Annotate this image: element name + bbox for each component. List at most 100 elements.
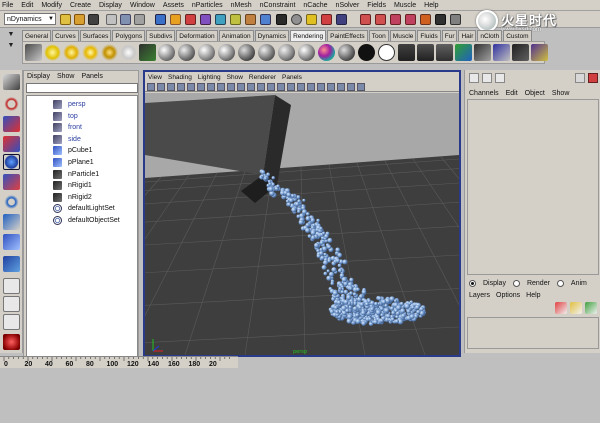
viewport-tool-icon[interactable] <box>277 82 285 91</box>
magnet-live-icon[interactable] <box>390 14 401 25</box>
menu-nmesh[interactable]: nMesh <box>231 2 252 9</box>
viewport-scene[interactable]: persp <box>145 93 459 355</box>
layer-radio-display[interactable] <box>469 280 476 287</box>
anisotropic-material-icon[interactable] <box>238 44 255 61</box>
layer-menu-layers[interactable]: Layers <box>469 292 490 299</box>
shelf-tab-fluids[interactable]: Fluids <box>417 30 441 41</box>
attribute-editor-icon[interactable] <box>482 73 492 83</box>
layer-options-icon[interactable] <box>585 302 597 314</box>
paint-select-icon[interactable] <box>3 116 20 132</box>
use-background-icon[interactable] <box>378 44 395 61</box>
shelf-tab-deformation[interactable]: Deformation <box>176 30 218 41</box>
open-scene-icon[interactable] <box>74 14 85 25</box>
viewport-menu-show[interactable]: Show <box>227 74 243 81</box>
shelf-tab-ncloth[interactable]: nCloth <box>477 30 503 41</box>
mentalray-icon[interactable] <box>493 44 510 61</box>
viewport-tool-icon[interactable] <box>257 82 265 91</box>
move-tool-icon[interactable] <box>3 136 20 152</box>
outliner-item[interactable]: defaultLightSet <box>53 203 115 214</box>
outliner-item[interactable]: nRigid2 <box>53 192 92 203</box>
surface-shader-icon[interactable] <box>298 44 315 61</box>
shelf-tab-subdivs[interactable]: Subdivs <box>146 30 176 41</box>
history-icon[interactable] <box>405 14 416 25</box>
single-perspective-layout-icon[interactable] <box>3 278 20 294</box>
viewport-tool-icon[interactable] <box>177 82 185 91</box>
viewport-tool-icon[interactable] <box>347 82 355 91</box>
ipr-shelf-icon[interactable] <box>417 44 434 61</box>
magnet-icon[interactable] <box>360 14 371 25</box>
shelf-tab-rendering[interactable]: Rendering <box>290 30 327 41</box>
black-shader-icon[interactable] <box>358 44 375 61</box>
channel-box-icon[interactable] <box>469 73 479 83</box>
viewport-tool-icon[interactable] <box>187 82 195 91</box>
menu-nparticles[interactable]: nParticles <box>192 2 223 9</box>
shelf-tab-arrow-icon[interactable]: ▼ <box>6 31 16 39</box>
menu-create[interactable]: Create <box>70 2 91 9</box>
shelf-tab-custom[interactable]: Custom <box>503 30 532 41</box>
hypershade-icon[interactable] <box>455 44 472 61</box>
tool-settings-icon[interactable] <box>495 73 505 83</box>
batch-render-icon[interactable] <box>436 44 453 61</box>
viewport-tool-icon[interactable] <box>197 82 205 91</box>
viewport-tool-icon[interactable] <box>287 82 295 91</box>
viewport-menu-lighting[interactable]: Lighting <box>198 74 221 81</box>
custom-layout-icon[interactable] <box>3 334 20 350</box>
outliner-item[interactable]: pCube1 <box>53 145 93 156</box>
outliner-item[interactable]: front <box>53 122 82 133</box>
lasso-tool-icon[interactable] <box>3 96 20 112</box>
viewport-tool-icon[interactable] <box>297 82 305 91</box>
magnet-plane-icon[interactable] <box>375 14 386 25</box>
lock-selection-icon[interactable] <box>276 14 287 25</box>
channel-box-menu-object[interactable]: Object <box>525 90 545 97</box>
four-view-layout-icon[interactable] <box>3 296 20 312</box>
shelf-tab-surfaces[interactable]: Surfaces <box>79 30 112 41</box>
outliner-item[interactable]: persp <box>53 99 86 110</box>
point-light-icon[interactable] <box>82 44 99 61</box>
select-component-icon[interactable] <box>134 14 145 25</box>
menu-muscle[interactable]: Muscle <box>394 2 416 9</box>
outliner-item[interactable]: nRigid1 <box>53 180 92 191</box>
menu-nconstraint[interactable]: nConstraint <box>260 2 296 9</box>
select-tool-icon[interactable] <box>3 74 20 90</box>
render-settings-icon[interactable] <box>450 14 461 25</box>
viewport-tool-icon[interactable] <box>167 82 175 91</box>
viewport-3d[interactable]: persp <box>145 93 459 355</box>
shelf-tab-painteffects[interactable]: PaintEffects <box>327 30 368 41</box>
layer-menu-help[interactable]: Help <box>526 292 540 299</box>
viewport-tool-icon[interactable] <box>157 82 165 91</box>
channel-box-menu-show[interactable]: Show <box>552 90 570 97</box>
menu-help[interactable]: Help <box>424 2 438 9</box>
viewport-tool-icon[interactable] <box>337 82 345 91</box>
outliner-item[interactable]: nParticle1 <box>53 169 99 180</box>
select-hierarchy-icon[interactable] <box>106 14 117 25</box>
menu-nsolver[interactable]: nSolver <box>336 2 360 9</box>
mask-surfaces-icon[interactable] <box>200 14 211 25</box>
shelf-tab-toon[interactable]: Toon <box>368 30 389 41</box>
menu-window[interactable]: Window <box>130 2 155 9</box>
show-manipulator-icon[interactable] <box>3 234 20 250</box>
save-scene-icon[interactable] <box>88 14 99 25</box>
menu-modify[interactable]: Modify <box>41 2 62 9</box>
viewport-menu-shading[interactable]: Shading <box>168 74 192 81</box>
area-light-icon[interactable] <box>120 44 137 61</box>
scale-tool-icon[interactable] <box>3 174 20 190</box>
soft-modification-icon[interactable] <box>3 214 20 230</box>
shelf-tab-general[interactable]: General <box>22 30 52 41</box>
ramp-texture-icon[interactable] <box>318 44 335 61</box>
outliner-item[interactable]: side <box>53 134 81 145</box>
rotate-tool-icon[interactable] <box>3 154 20 170</box>
menu-file[interactable]: File <box>2 2 13 9</box>
outliner-filter-input[interactable] <box>26 83 138 93</box>
mask-dynamics-icon[interactable] <box>230 14 241 25</box>
mask-curves-icon[interactable] <box>185 14 196 25</box>
channel-box-menu-edit[interactable]: Edit <box>506 90 518 97</box>
layer-radio-anim[interactable] <box>556 280 564 287</box>
viewport-tool-icon[interactable] <box>267 82 275 91</box>
new-layer-selected-icon[interactable] <box>570 302 582 314</box>
outliner-menu-panels[interactable]: Panels <box>81 73 102 80</box>
menu-display[interactable]: Display <box>99 2 122 9</box>
shelf-tab-dynamics[interactable]: Dynamics <box>254 30 290 41</box>
outliner-menu-show[interactable]: Show <box>57 73 75 80</box>
last-tool-icon[interactable] <box>3 256 20 272</box>
viewport-tool-icon[interactable] <box>207 82 215 91</box>
